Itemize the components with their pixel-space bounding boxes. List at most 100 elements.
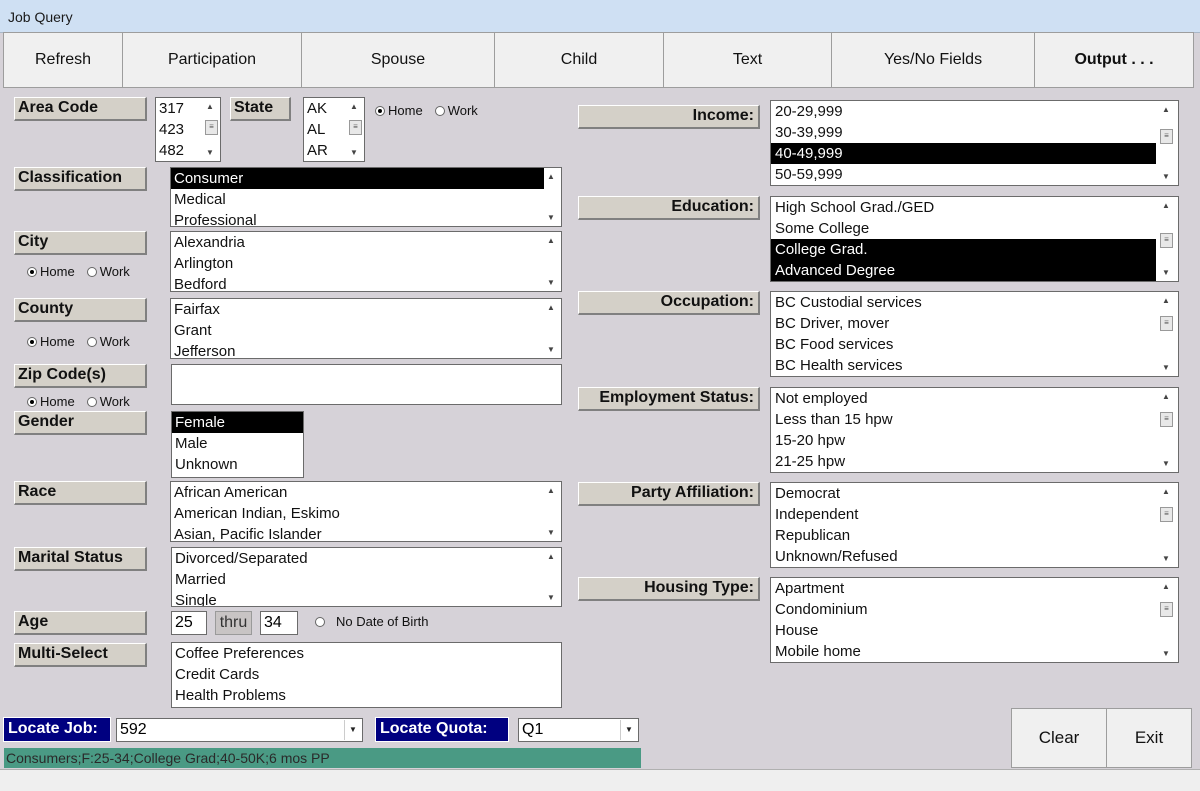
scroll-thumb[interactable]: ≡ (1160, 316, 1173, 331)
list-item[interactable]: Married (172, 569, 561, 590)
marital-status-button[interactable]: Marital Status (14, 547, 147, 571)
education-button[interactable]: Education: (578, 196, 760, 220)
chevron-down-icon[interactable]: ▼ (620, 720, 637, 740)
scroll-down-icon[interactable]: ▼ (547, 278, 555, 287)
list-item[interactable]: Not employed (771, 388, 1178, 409)
occupation-button[interactable]: Occupation: (578, 291, 760, 315)
list-item[interactable]: BC Driver, mover (771, 313, 1178, 334)
list-item[interactable]: Some College (771, 218, 1178, 239)
radio-off-icon[interactable] (86, 336, 97, 347)
scrollbar[interactable]: ▲ ≡ ▼ (1156, 197, 1178, 281)
housing-type-list[interactable]: Apartment Condominium House Mobile home … (770, 577, 1179, 663)
classification-button[interactable]: Classification (14, 167, 147, 191)
chevron-down-icon[interactable]: ▼ (344, 720, 361, 740)
zip-code-input[interactable] (171, 364, 562, 405)
scrollbar[interactable]: ▲ ▼ (544, 168, 561, 226)
party-affiliation-list[interactable]: Democrat Independent Republican Unknown/… (770, 482, 1179, 568)
education-list[interactable]: High School Grad./GED Some College Colle… (770, 196, 1179, 282)
list-item[interactable]: African American (171, 482, 561, 503)
scrollbar[interactable]: ▲ ▼ (544, 548, 561, 606)
scrollbar[interactable]: ▲ ≡ ▼ (203, 98, 220, 161)
scroll-thumb[interactable]: ≡ (1160, 233, 1173, 248)
scroll-thumb[interactable]: ≡ (1160, 602, 1173, 617)
list-item[interactable]: Independent (771, 504, 1178, 525)
text-button[interactable]: Text (663, 32, 832, 88)
list-item[interactable]: 20-29,999 (771, 101, 1178, 122)
scroll-up-icon[interactable]: ▲ (547, 552, 555, 561)
age-from-input[interactable]: 25 (171, 611, 207, 635)
list-item[interactable]: Female (172, 412, 303, 433)
list-item[interactable]: Professional (171, 210, 561, 226)
list-item[interactable]: Grant (171, 320, 561, 341)
employment-status-list[interactable]: Not employed Less than 15 hpw 15-20 hpw … (770, 387, 1179, 473)
list-item[interactable]: 50-59,999 (771, 164, 1178, 185)
home-radio[interactable]: Home (375, 103, 423, 118)
employment-status-button[interactable]: Employment Status: (578, 387, 760, 411)
list-item[interactable]: 30-39,999 (771, 122, 1178, 143)
clear-button[interactable]: Clear (1011, 708, 1107, 768)
area-code-list[interactable]: 317 423 482 ▲ ≡ ▼ (155, 97, 221, 162)
occupation-list[interactable]: BC Custodial services BC Driver, mover B… (770, 291, 1179, 377)
scroll-thumb[interactable]: ≡ (349, 120, 362, 135)
race-button[interactable]: Race (14, 481, 147, 505)
list-item[interactable]: Unknown/Refused (771, 546, 1178, 567)
scroll-down-icon[interactable]: ▼ (1162, 554, 1170, 563)
income-list[interactable]: 20-29,999 30-39,999 40-49,999 50-59,999 … (770, 100, 1179, 186)
marital-status-list[interactable]: Divorced/Separated Married Single ▲ ▼ (171, 547, 562, 607)
scroll-up-icon[interactable]: ▲ (350, 102, 358, 111)
list-item[interactable]: Male (172, 433, 303, 454)
gender-list[interactable]: Female Male Unknown (171, 411, 304, 478)
locate-quota-combo[interactable]: Q1 ▼ (518, 718, 639, 742)
list-item[interactable]: Fairfax (171, 299, 561, 320)
scrollbar[interactable]: ▲ ▼ (544, 232, 561, 291)
scroll-down-icon[interactable]: ▼ (547, 528, 555, 537)
scroll-down-icon[interactable]: ▼ (547, 345, 555, 354)
county-list[interactable]: Fairfax Grant Jefferson ▲ ▼ (170, 298, 562, 359)
list-item[interactable]: Unknown (172, 454, 303, 475)
city-list[interactable]: Alexandria Arlington Bedford ▲ ▼ (170, 231, 562, 292)
scroll-up-icon[interactable]: ▲ (547, 172, 555, 181)
list-item[interactable]: Apartment (771, 578, 1178, 599)
list-item[interactable]: Condominium (771, 599, 1178, 620)
home-radio[interactable]: Home (27, 394, 75, 409)
scroll-thumb[interactable]: ≡ (1160, 507, 1173, 522)
list-item[interactable]: 40-49,999 (771, 143, 1156, 164)
radio-on-icon[interactable] (27, 396, 37, 407)
list-item[interactable]: Divorced/Separated (172, 548, 561, 569)
list-item[interactable]: High School Grad./GED (771, 197, 1178, 218)
list-item[interactable]: Advanced Degree (771, 260, 1156, 281)
scroll-down-icon[interactable]: ▼ (1162, 172, 1170, 181)
radio-on-icon[interactable] (375, 105, 385, 116)
scroll-up-icon[interactable]: ▲ (547, 303, 555, 312)
scroll-up-icon[interactable]: ▲ (1162, 487, 1170, 496)
scroll-up-icon[interactable]: ▲ (206, 102, 214, 111)
work-radio[interactable]: Work (434, 103, 478, 118)
work-radio[interactable]: Work (86, 394, 130, 409)
list-item[interactable]: Less than 15 hpw (771, 409, 1178, 430)
list-item[interactable]: House (771, 620, 1178, 641)
scroll-down-icon[interactable]: ▼ (350, 148, 358, 157)
work-radio[interactable]: Work (86, 264, 130, 279)
list-item[interactable]: Mobile home (771, 641, 1178, 662)
list-item[interactable]: Republican (771, 525, 1178, 546)
radio-on-icon[interactable] (27, 266, 37, 277)
output-button[interactable]: Output . . . (1034, 32, 1194, 88)
list-item[interactable]: BC Food services (771, 334, 1178, 355)
radio-off-icon[interactable] (315, 616, 325, 627)
work-radio[interactable]: Work (86, 334, 130, 349)
spouse-button[interactable]: Spouse (301, 32, 495, 88)
list-item[interactable]: College Grad. (771, 239, 1156, 260)
radio-off-icon[interactable] (434, 105, 445, 116)
scroll-down-icon[interactable]: ▼ (1162, 268, 1170, 277)
scrollbar[interactable]: ▲ ▼ (544, 299, 561, 358)
no-dob-radio[interactable]: No Date of Birth (315, 614, 429, 629)
scroll-up-icon[interactable]: ▲ (1162, 296, 1170, 305)
list-item[interactable]: Jefferson (171, 341, 561, 358)
scroll-down-icon[interactable]: ▼ (206, 148, 214, 157)
gender-button[interactable]: Gender (14, 411, 147, 435)
scroll-thumb[interactable]: ≡ (205, 120, 218, 135)
housing-type-button[interactable]: Housing Type: (578, 577, 760, 601)
state-list[interactable]: AK AL AR ▲ ≡ ▼ (303, 97, 365, 162)
list-item[interactable]: BC Custodial services (771, 292, 1178, 313)
scrollbar[interactable]: ▲ ≡ ▼ (1156, 578, 1178, 662)
